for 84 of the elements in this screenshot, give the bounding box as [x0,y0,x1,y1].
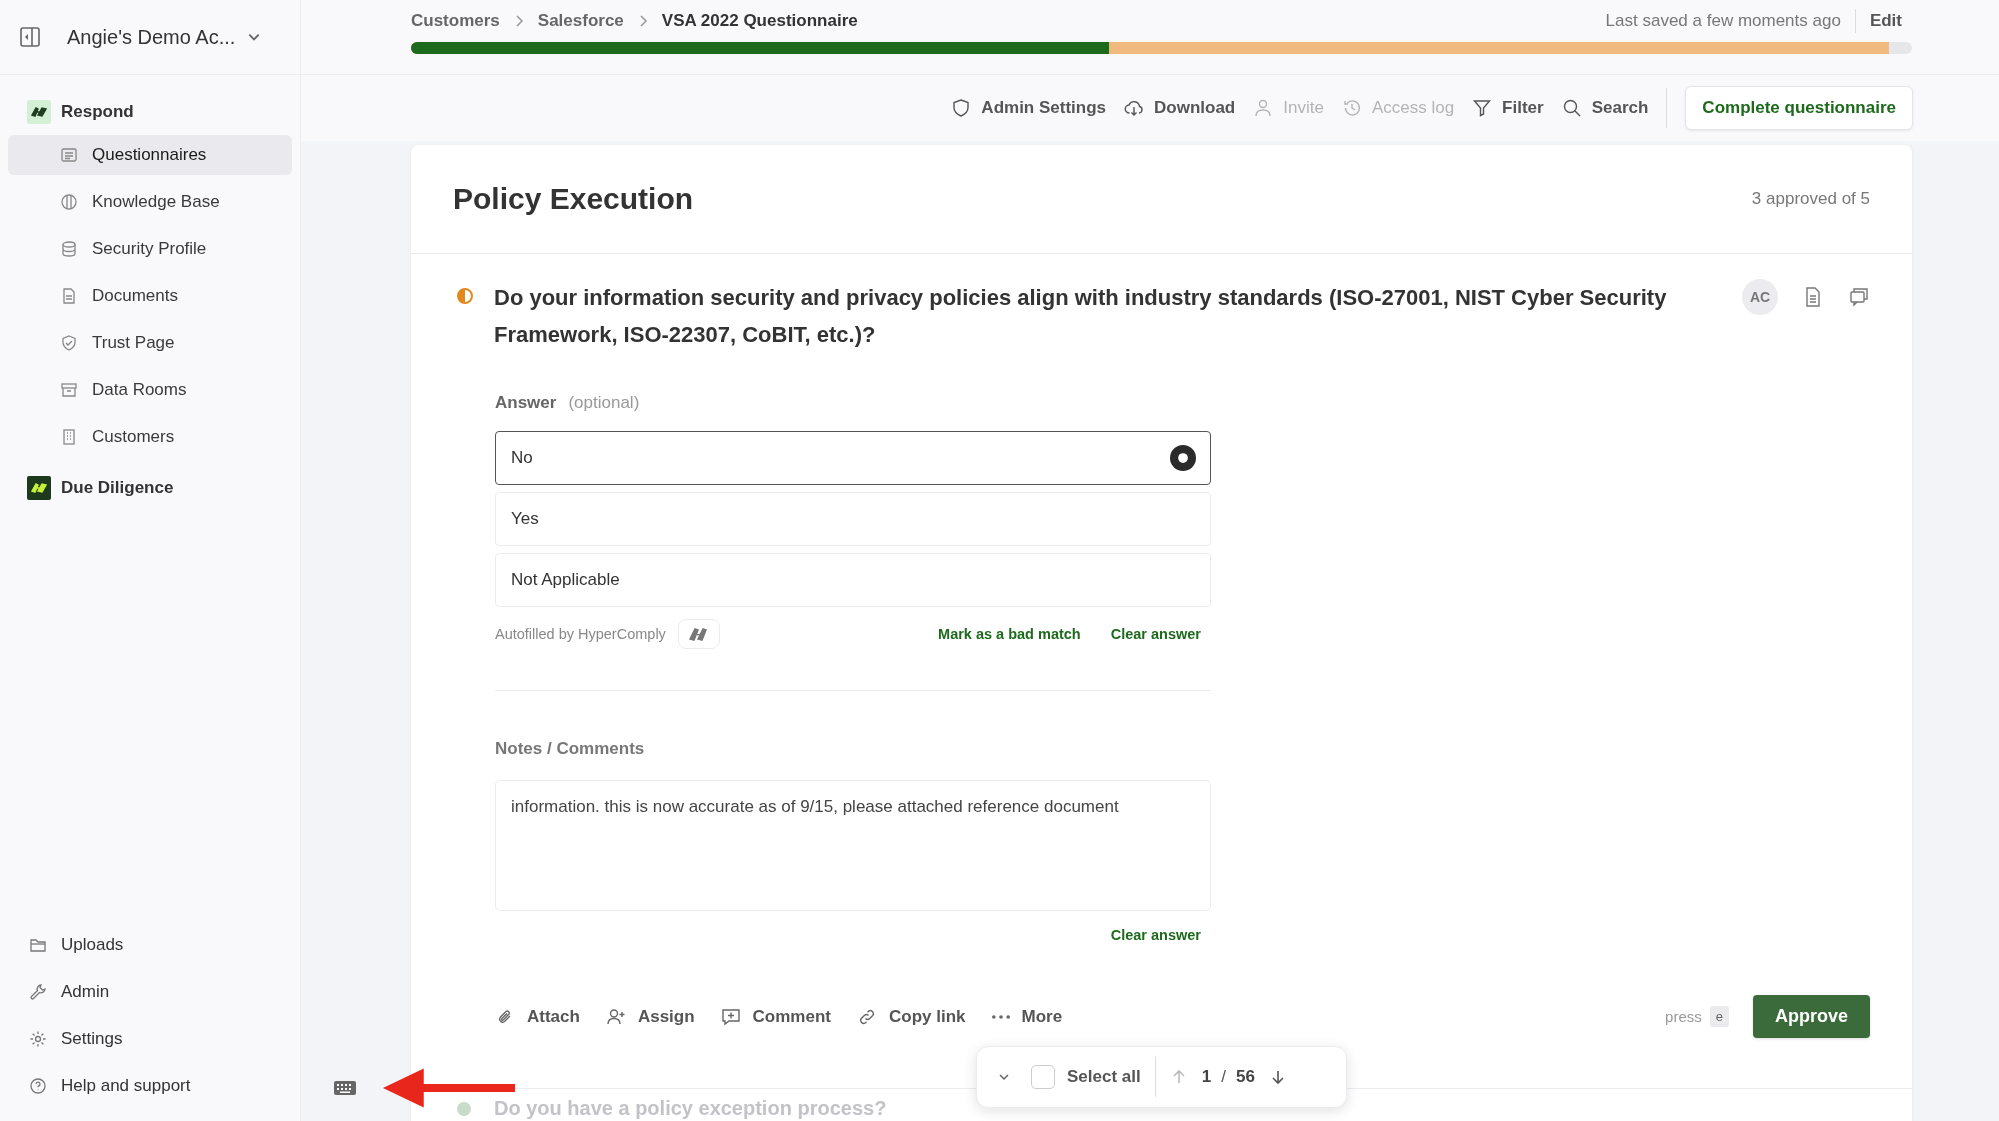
answer-option[interactable]: No [495,431,1211,485]
help-icon [29,1076,47,1095]
edit-link[interactable]: Edit [1869,11,1902,31]
answer-label: Answer [495,393,557,413]
save-status: Last saved a few moments ago [1605,11,1841,31]
more-icon [991,1014,1010,1019]
total-pages: 56 [1235,1067,1255,1087]
person-icon [1253,98,1274,118]
footer-nav-item[interactable]: Uploads [0,921,300,968]
breadcrumb-link[interactable]: Customers [411,11,500,31]
toolbar-button[interactable]: Filter [1472,98,1544,118]
sidebar-toggle-icon[interactable] [19,26,41,48]
nav-item[interactable]: Knowledge Base [8,182,292,222]
shield-check-icon [60,334,78,352]
optional-hint: (optional) [568,393,640,413]
checkbox[interactable] [1031,1065,1055,1089]
shortcut-hint: press [1665,1008,1702,1025]
archive-icon [60,381,78,399]
chevron-icon [637,14,648,28]
nav-item[interactable]: Trust Page [8,323,292,363]
search-icon [1561,98,1582,118]
half-circle-status-icon [456,287,474,305]
toolbar-button[interactable]: Download [1124,98,1236,118]
history-icon [1341,98,1362,118]
building-icon [60,428,78,446]
approve-button[interactable]: Approve [1753,995,1870,1038]
chevron-icon [513,14,524,28]
toolbar-button[interactable]: Search [1561,98,1649,118]
settings-icon [29,1029,47,1048]
cloud-download-icon [1124,98,1145,118]
section-title: Policy Execution [453,182,694,216]
action-button[interactable]: Assign [605,1006,695,1027]
database-icon [60,240,78,258]
toolbar-button[interactable]: Admin Settings [951,98,1107,118]
action-button[interactable]: Copy link [857,1006,966,1027]
clear-notes-link[interactable]: Clear answer [1110,927,1201,943]
action-button[interactable]: Attach [495,1006,580,1027]
action-button[interactable]: More [991,1006,1063,1027]
logo-icon [27,475,51,500]
section-title: Respond [61,101,134,122]
page-separator: / [1221,1067,1226,1087]
shortcut-key: e [1709,1006,1729,1027]
answer-option[interactable]: Yes [495,492,1211,546]
breadcrumb-link[interactable]: Salesforce [537,11,624,31]
shield-icon [951,98,972,118]
answer-link[interactable]: Clear answer [1110,626,1201,642]
comment-plus-icon [720,1006,741,1027]
radio-selected-icon [1170,445,1196,471]
logo-icon [27,99,51,124]
status-dot-icon [456,1100,472,1117]
nav-item[interactable]: Documents [8,276,292,316]
nav-section[interactable]: Due Diligence [8,464,292,511]
keyboard-icon[interactable] [333,1079,357,1097]
account-switcher[interactable]: Angie's Demo Ac... [67,25,262,49]
assignee-avatar[interactable]: AC [1742,279,1778,315]
next-question-text: Do you have a policy exception process? [494,1097,887,1120]
footer-nav-item[interactable]: Admin [0,968,300,1015]
wrench-icon [29,982,47,1001]
add-person-icon [605,1006,626,1027]
complete-questionnaire-button[interactable]: Complete questionnaire [1685,86,1913,130]
notes-label: Notes / Comments [495,739,646,759]
footer-nav-item[interactable]: Help and support [0,1062,300,1109]
section-title: Due Diligence [61,477,174,498]
comment-icon[interactable] [1848,286,1870,308]
question-text: Do your information security and privacy policies align with industry standards (ISO-27001, NIST Cyber Security Framework, ISO-22307, CoBIT, etc.)? [494,284,1668,349]
footer-nav-item[interactable]: Settings [0,1015,300,1062]
select-all-label[interactable]: Select all [1067,1067,1141,1087]
autofill-note: Autofilled by HyperComply [495,626,666,642]
answer-link[interactable]: Mark as a bad match [938,626,1081,642]
action-button[interactable]: Comment [720,1006,831,1027]
current-page: 1 [1201,1067,1212,1087]
notes-field[interactable]: information. this is now accurate as of 9/15, please attached reference document [495,780,1211,911]
nav-section[interactable]: Respond [8,88,292,135]
nav-item[interactable]: Customers [8,417,292,457]
nav-item[interactable]: Security Profile [8,229,292,269]
document-list-icon [60,146,78,164]
breadcrumb-link[interactable]: VSA 2022 Questionnaire [661,11,858,31]
logo-badge [677,619,720,649]
nav-item[interactable]: Data Rooms [8,370,292,410]
file-icon [60,287,78,305]
filter-icon [1472,98,1493,118]
nav-item[interactable]: Questionnaires [8,135,292,175]
approval-count: 3 approved of 5 [1751,189,1870,209]
answer-option[interactable]: Not Applicable [495,553,1211,607]
